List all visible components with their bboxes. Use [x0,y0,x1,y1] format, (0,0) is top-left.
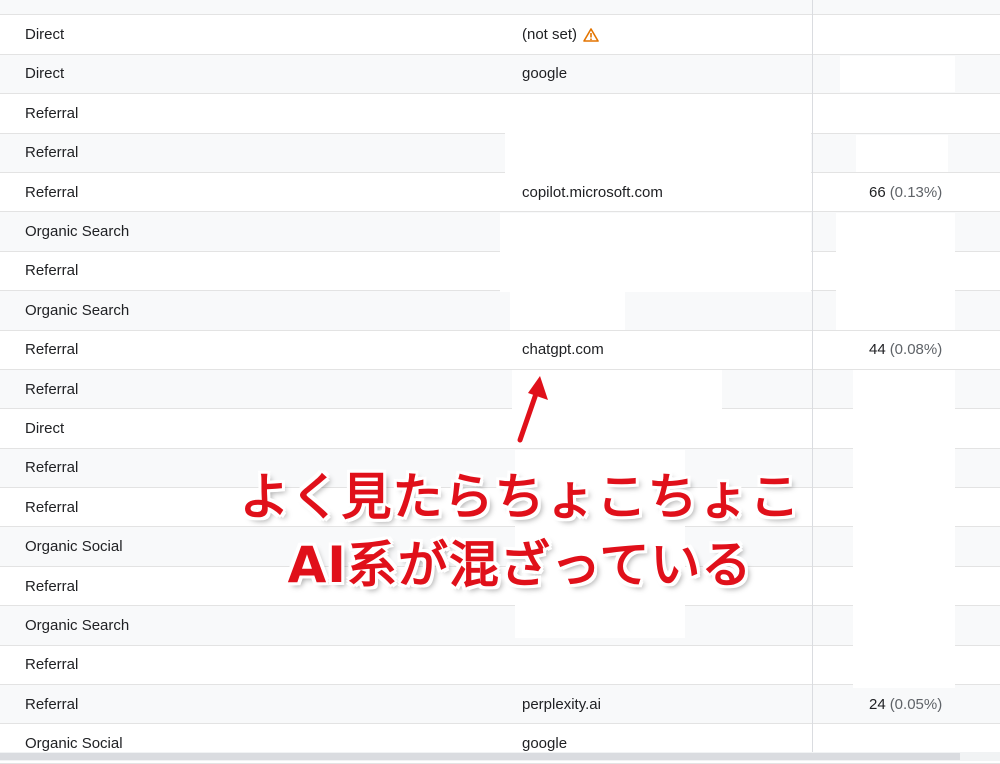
metric-percent: (0.05%) [889,695,943,713]
channel-cell: Referral [25,656,79,674]
channel-cell: Organic Search [25,223,130,241]
annotation-line-2: AI系が混ざっている [287,536,753,594]
channel-cell: Direct [25,65,65,83]
source-label: chatgpt.com [522,341,604,359]
metric-cell [869,15,873,53]
source-label: google [522,65,568,83]
table-row[interactable]: Referral [0,133,1000,173]
metric-cell: 44 (0.08%) [869,331,942,369]
metric-percent: (0.13%) [889,183,943,201]
channel-cell: Direct [25,419,65,437]
metric-cell [869,94,873,132]
source-cell: perplexity.ai [522,685,601,723]
channel-cell: Referral [25,262,79,280]
table-row[interactable]: Referral perplexity.ai 24 (0.05%) [0,685,1000,725]
source-cell: copilot.microsoft.com [522,173,663,211]
metric-cell: 24 (0.05%) [869,685,942,723]
redaction-mask [836,213,955,330]
table-row[interactable] [0,0,1000,16]
table-row[interactable]: Organic Search [0,606,1000,646]
source-cell: chatgpt.com [522,331,604,369]
table-row[interactable]: Referral chatgpt.com 44 (0.08%) [0,330,1000,370]
redaction-mask [840,56,955,92]
source-cell: google [522,55,567,93]
channel-cell: Direct [25,26,65,44]
metric-value: 66 [869,183,886,201]
source-label: google [522,735,568,753]
metric-percent: (0.08%) [889,341,943,359]
channel-cell: Referral [25,104,79,122]
channel-cell: Referral [25,695,79,713]
horizontal-scrollbar-thumb[interactable] [0,753,960,760]
annotation-line-1: よく見たらちょこちょこ [239,468,801,526]
redaction-mask [510,292,625,330]
metric-cell [869,0,873,14]
table-row[interactable]: Direct (not set) [0,15,1000,55]
arrow-icon [515,371,553,445]
metric-value: 44 [869,341,886,359]
source-label: copilot.microsoft.com [522,183,663,201]
column-divider [812,0,813,761]
channel-cell: Referral [25,380,79,398]
metric-cell: 66 (0.13%) [869,173,942,211]
source-label: perplexity.ai [522,695,601,713]
channel-cell: Organic Search [25,616,130,634]
metric-value: 24 [869,695,886,713]
redaction-mask [853,370,955,688]
channel-cell: Referral [25,183,79,201]
channel-cell: Referral [25,341,79,359]
redaction-mask [505,95,811,173]
source-label: (not set) [522,26,578,44]
table-row[interactable]: Referral [0,94,1000,134]
channel-cell: Referral [25,144,79,162]
warning-icon[interactable] [583,27,599,42]
source-cell: (not set) [522,15,599,53]
channel-cell: Organic Search [25,301,130,319]
table-row[interactable]: Referral copilot.microsoft.com 66 (0.13%) [0,172,1000,213]
redaction-mask [500,213,811,292]
redaction-mask [856,135,948,172]
table-row[interactable]: Referral [0,645,1000,686]
